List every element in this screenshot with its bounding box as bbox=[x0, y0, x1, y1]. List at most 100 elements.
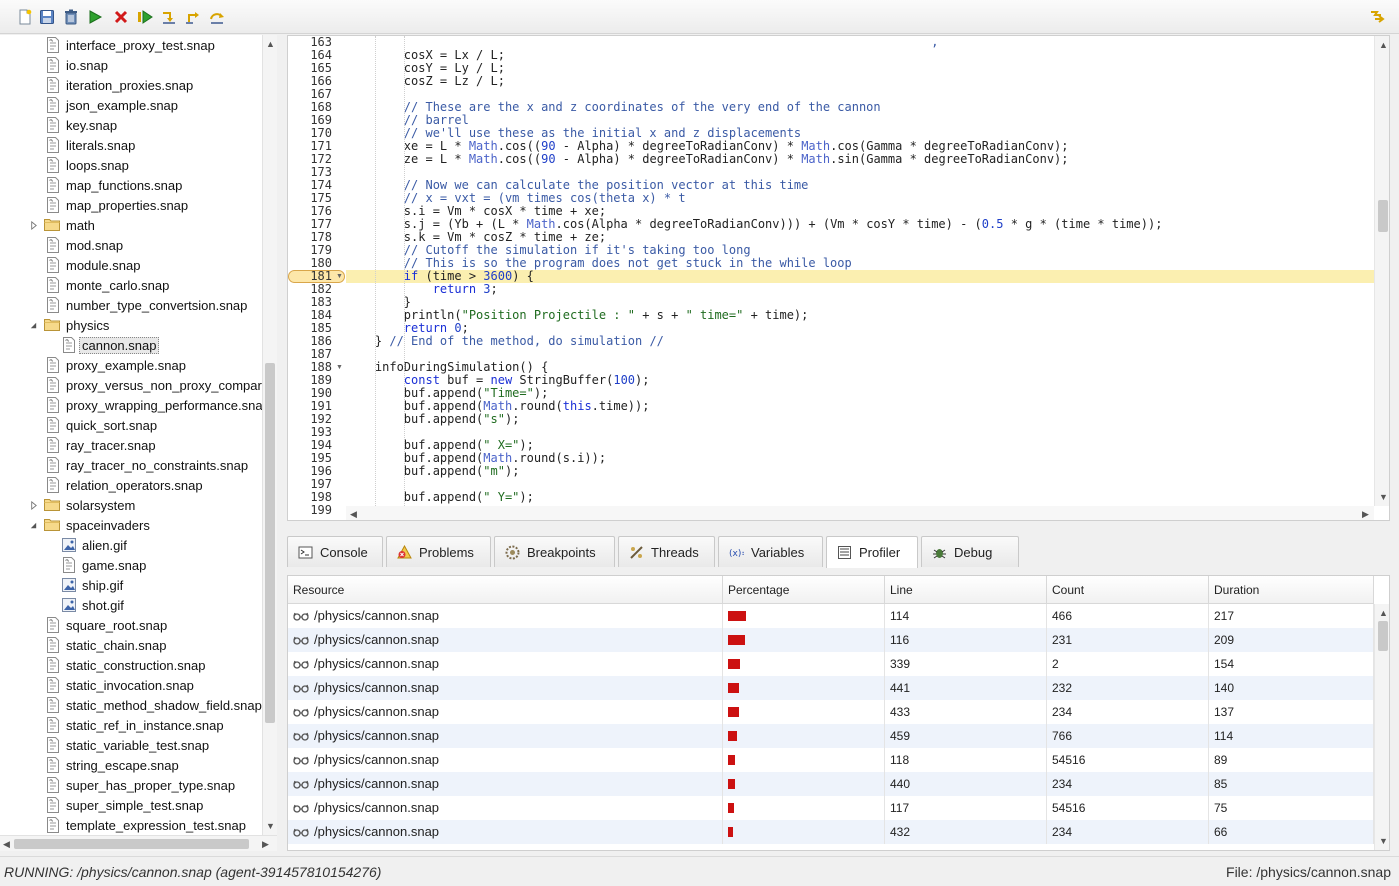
code-line[interactable]: println("Position Projectile : " + s + "… bbox=[346, 309, 1374, 322]
tree-item[interactable]: literals.snap bbox=[0, 135, 262, 155]
tree-item[interactable]: static_variable_test.snap bbox=[0, 735, 262, 755]
tree-item[interactable]: module.snap bbox=[0, 255, 262, 275]
save-icon[interactable] bbox=[38, 8, 56, 26]
scroll-up-icon[interactable]: ▲ bbox=[1379, 608, 1388, 618]
tree-item[interactable]: io.snap bbox=[0, 55, 262, 75]
step-over-icon[interactable] bbox=[208, 8, 226, 26]
resume-icon[interactable] bbox=[136, 8, 154, 26]
tree-item[interactable]: number_type_convertsion.snap bbox=[0, 295, 262, 315]
tree-item[interactable]: static_chain.snap bbox=[0, 635, 262, 655]
tree-item[interactable]: mod.snap bbox=[0, 235, 262, 255]
table-row[interactable]: /physics/cannon.snap 441 232 140 bbox=[288, 676, 1374, 700]
tree-hscroll-thumb[interactable] bbox=[14, 839, 249, 849]
tree-item[interactable]: ray_tracer.snap bbox=[0, 435, 262, 455]
tab-problems[interactable]: Problems bbox=[386, 536, 491, 567]
tree-item[interactable]: template_expression_test.snap bbox=[0, 815, 262, 835]
tab-breakpoints[interactable]: Breakpoints bbox=[494, 536, 615, 567]
code-line[interactable]: buf.append(" Y="); bbox=[346, 491, 1374, 504]
profiler-scroll-thumb[interactable] bbox=[1378, 621, 1388, 651]
code-line[interactable]: } // End of the method, do simulation // bbox=[346, 335, 1374, 348]
tab-console[interactable]: Console bbox=[287, 536, 383, 567]
code-area[interactable]: , cosX = Lx / L; cosY = Ly / L; cosZ = L… bbox=[346, 36, 1374, 506]
editor-horizontal-scrollbar[interactable]: ◀ ▶ bbox=[346, 506, 1374, 520]
code-line[interactable]: // These are the x and z coordinates of … bbox=[346, 101, 1374, 114]
tree-item[interactable]: square_root.snap bbox=[0, 615, 262, 635]
tree-folder[interactable]: math bbox=[0, 215, 262, 235]
tree-item[interactable]: cannon.snap bbox=[0, 335, 262, 355]
scroll-up-icon[interactable]: ▲ bbox=[1379, 40, 1388, 50]
delete-icon[interactable] bbox=[62, 8, 80, 26]
tree-item[interactable]: static_method_shadow_field.snap bbox=[0, 695, 262, 715]
step-into-icon[interactable] bbox=[160, 8, 178, 26]
table-row[interactable]: /physics/cannon.snap 116 231 209 bbox=[288, 628, 1374, 652]
tab-threads[interactable]: Threads bbox=[618, 536, 715, 567]
tree-item[interactable]: static_invocation.snap bbox=[0, 675, 262, 695]
scroll-down-icon[interactable]: ▼ bbox=[1379, 492, 1388, 502]
tree-vertical-scrollbar[interactable]: ▲ ▼ bbox=[262, 35, 277, 835]
scroll-left-icon[interactable]: ◀ bbox=[3, 839, 10, 849]
table-row[interactable]: /physics/cannon.snap 117 54516 75 bbox=[288, 796, 1374, 820]
tree-item[interactable]: monte_carlo.snap bbox=[0, 275, 262, 295]
table-row[interactable]: /physics/cannon.snap 114 466 217 bbox=[288, 604, 1374, 628]
column-header-count[interactable]: Count bbox=[1047, 576, 1209, 604]
tree-item[interactable]: static_ref_in_instance.snap bbox=[0, 715, 262, 735]
run-icon[interactable] bbox=[86, 8, 104, 26]
table-row[interactable]: /physics/cannon.snap 440 234 85 bbox=[288, 772, 1374, 796]
tree-item[interactable]: interface_proxy_test.snap bbox=[0, 35, 262, 55]
tab-debug[interactable]: Debug bbox=[921, 536, 1019, 567]
profiler-vertical-scrollbar[interactable]: ▲ ▼ bbox=[1374, 604, 1389, 850]
tree-item[interactable]: iteration_proxies.snap bbox=[0, 75, 262, 95]
editor-scroll-thumb[interactable] bbox=[1378, 200, 1388, 232]
tree-item[interactable]: game.snap bbox=[0, 555, 262, 575]
step-out-icon[interactable] bbox=[184, 8, 202, 26]
collapsed-arrow-icon[interactable] bbox=[28, 500, 38, 510]
tree-item[interactable]: alien.gif bbox=[0, 535, 262, 555]
tree-item[interactable]: static_construction.snap bbox=[0, 655, 262, 675]
tree-item[interactable]: loops.snap bbox=[0, 155, 262, 175]
tree-folder[interactable]: solarsystem bbox=[0, 495, 262, 515]
tree-item[interactable]: map_functions.snap bbox=[0, 175, 262, 195]
scroll-up-icon[interactable]: ▲ bbox=[266, 39, 275, 49]
tree-item[interactable]: quick_sort.snap bbox=[0, 415, 262, 435]
code-line[interactable]: return 3; bbox=[346, 283, 1374, 296]
expanded-arrow-icon[interactable] bbox=[28, 320, 38, 330]
scroll-left-icon[interactable]: ◀ bbox=[350, 509, 357, 519]
tree-item[interactable]: ship.gif bbox=[0, 575, 262, 595]
code-line[interactable]: buf.append("m"); bbox=[346, 465, 1374, 478]
tree-item[interactable]: proxy_example.snap bbox=[0, 355, 262, 375]
table-row[interactable]: /physics/cannon.snap 432 234 66 bbox=[288, 820, 1374, 844]
editor-vertical-scrollbar[interactable]: ▲ ▼ bbox=[1374, 36, 1389, 506]
code-line[interactable]: if (time > 3600) { bbox=[346, 270, 1374, 283]
tab-variables[interactable]: (x)= Variables bbox=[718, 536, 823, 567]
debug-perspective-icon[interactable] bbox=[1368, 8, 1386, 26]
scroll-right-icon[interactable]: ▶ bbox=[262, 839, 269, 849]
tree-item[interactable]: relation_operators.snap bbox=[0, 475, 262, 495]
tree-horizontal-scrollbar[interactable]: ◀ ▶ bbox=[0, 835, 277, 851]
table-row[interactable]: /physics/cannon.snap 433 234 137 bbox=[288, 700, 1374, 724]
expanded-arrow-icon[interactable] bbox=[28, 520, 38, 530]
tree-item[interactable]: ray_tracer_no_constraints.snap bbox=[0, 455, 262, 475]
tree-folder[interactable]: spaceinvaders bbox=[0, 515, 262, 535]
code-editor[interactable]: 163 164 165 166 167 168 169 170 171 172 173 174 175 1… bbox=[287, 35, 1390, 521]
code-line[interactable]: cosZ = Lz / L; bbox=[346, 75, 1374, 88]
scroll-right-icon[interactable]: ▶ bbox=[1362, 509, 1369, 519]
line-number-gutter[interactable]: 163 164 165 166 167 168 169 170 171 172 173 174 175 1… bbox=[288, 36, 346, 517]
tree-item[interactable]: super_simple_test.snap bbox=[0, 795, 262, 815]
tree-item[interactable]: json_example.snap bbox=[0, 95, 262, 115]
table-row[interactable]: /physics/cannon.snap 459 766 114 bbox=[288, 724, 1374, 748]
fold-arrow-icon[interactable]: ▼ bbox=[336, 270, 343, 283]
tree-item[interactable]: string_escape.snap bbox=[0, 755, 262, 775]
column-header-percentage[interactable]: Percentage bbox=[723, 576, 885, 604]
fold-arrow-icon[interactable]: ▼ bbox=[336, 361, 343, 374]
new-file-icon[interactable] bbox=[16, 8, 34, 26]
tree-item[interactable]: shot.gif bbox=[0, 595, 262, 615]
tree-item[interactable]: key.snap bbox=[0, 115, 262, 135]
scroll-down-icon[interactable]: ▼ bbox=[1379, 836, 1388, 846]
code-line[interactable]: ze = L * Math.cos((90 - Alpha) * degreeT… bbox=[346, 153, 1374, 166]
table-row[interactable]: /physics/cannon.snap 118 54516 89 bbox=[288, 748, 1374, 772]
column-header-resource[interactable]: Resource bbox=[288, 576, 723, 604]
code-line[interactable]: buf.append("s"); bbox=[346, 413, 1374, 426]
tab-profiler[interactable]: Profiler bbox=[826, 536, 918, 568]
tree-scroll-thumb[interactable] bbox=[265, 363, 275, 723]
stop-icon[interactable] bbox=[112, 8, 130, 26]
